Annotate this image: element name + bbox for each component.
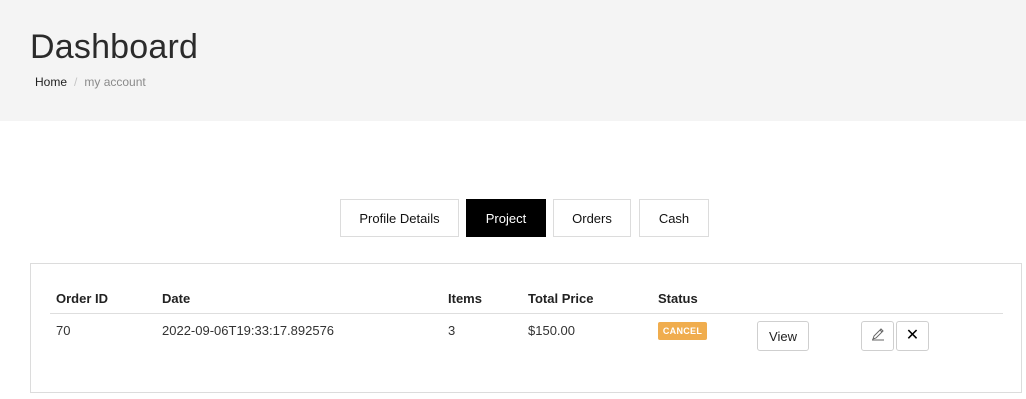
tab-orders[interactable]: Orders (553, 199, 631, 237)
header-divider (50, 313, 1003, 314)
total-price-cell: $150.00 (528, 323, 575, 338)
orders-table: Order ID Date Items Total Price Status 7… (30, 263, 1022, 393)
delete-button[interactable]: ✕ (896, 321, 929, 351)
breadcrumb: Home / my account (35, 75, 146, 89)
status-badge: CANCEL (658, 322, 707, 340)
column-header-items: Items (448, 291, 482, 306)
page-header: Dashboard Home / my account (0, 0, 1026, 121)
page-title: Dashboard (30, 28, 199, 66)
column-header-date: Date (162, 291, 191, 306)
breadcrumb-current: my account (84, 75, 146, 89)
column-header-status: Status (658, 291, 698, 306)
tab-profile-details[interactable]: Profile Details (340, 199, 459, 237)
tab-cash[interactable]: Cash (639, 199, 709, 237)
date-cell: 2022-09-06T19:33:17.892576 (162, 323, 335, 338)
items-cell: 3 (448, 323, 456, 338)
tab-project[interactable]: Project (466, 199, 546, 237)
column-header-total-price: Total Price (528, 291, 594, 306)
pencil-icon (871, 327, 885, 346)
order-id-cell: 70 (56, 323, 71, 338)
edit-button[interactable] (861, 321, 894, 351)
account-tabs: Profile Details Project Orders Cash (0, 199, 1026, 237)
view-button[interactable]: View (757, 321, 809, 351)
column-header-order-id: Order ID (56, 291, 109, 306)
breadcrumb-home-link[interactable]: Home (35, 75, 67, 89)
breadcrumb-separator: / (74, 75, 78, 89)
close-icon: ✕ (905, 327, 920, 344)
